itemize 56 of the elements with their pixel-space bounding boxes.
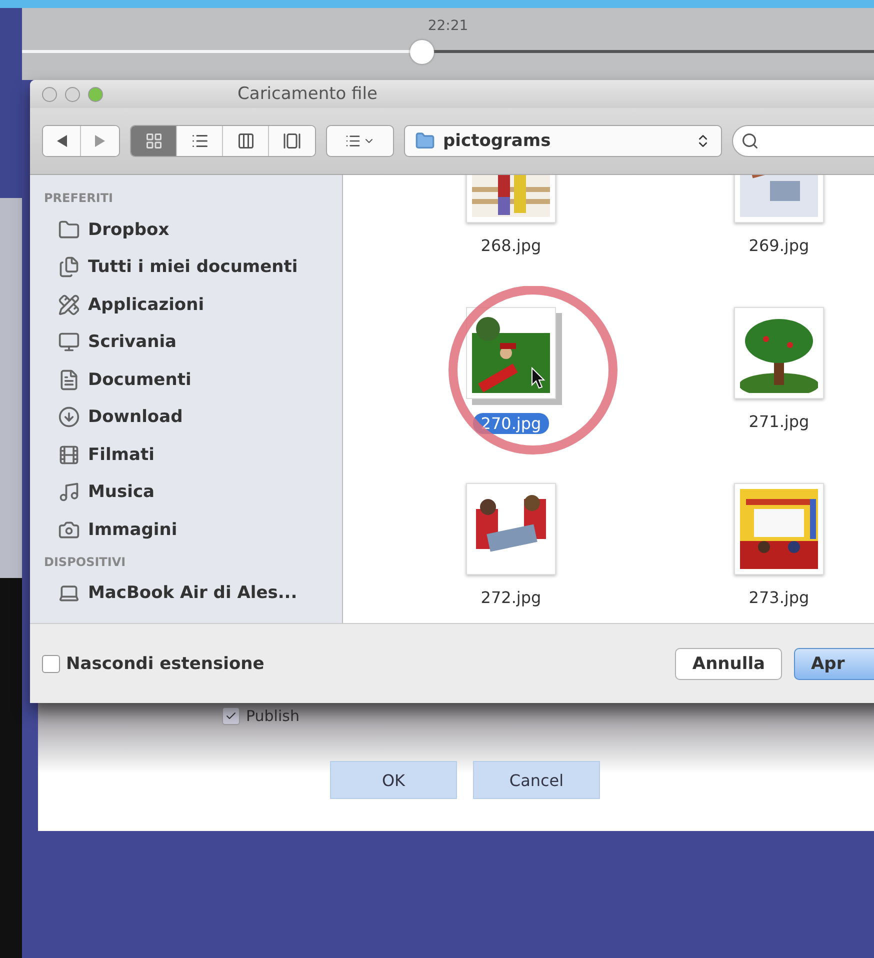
film-icon: [58, 444, 80, 466]
list-icon: [345, 133, 361, 149]
folder-icon: [58, 218, 80, 241]
sidebar-item[interactable]: Immagini: [30, 511, 342, 548]
back-icon: [56, 135, 66, 147]
window-title: Caricamento file: [236, 84, 378, 104]
file-name: 271.jpg: [748, 411, 810, 432]
sidebar-heading: PREFERITI: [43, 191, 114, 207]
forward-icon: [95, 135, 105, 147]
sidebar-item[interactable]: Filmati: [30, 436, 342, 474]
file-thumbnail[interactable]: [734, 307, 824, 399]
search-icon: [741, 132, 759, 150]
arrange-button[interactable]: [326, 125, 394, 157]
gallery-icon: [283, 132, 301, 150]
sidebar-item[interactable]: Tutti i miei documenti: [30, 248, 342, 286]
sidebar-item[interactable]: Dropbox: [30, 211, 342, 248]
playback-time: 22:21: [428, 18, 468, 34]
path-popup[interactable]: pictograms: [404, 125, 722, 157]
sidebar-item[interactable]: Scrivania: [30, 324, 342, 361]
sidebar-item[interactable]: Documenti: [30, 361, 342, 398]
desktop-icon: [58, 331, 80, 354]
sidebar-item[interactable]: Applicazioni: [30, 286, 342, 324]
app-icon: [58, 294, 80, 316]
file-name: 269.jpg: [748, 235, 810, 256]
document-icon: [58, 368, 80, 391]
music-icon: [58, 481, 80, 504]
file-name: 270.jpg: [472, 413, 550, 434]
seek-slider[interactable]: [22, 40, 874, 64]
folder-icon: [415, 131, 435, 151]
file-thumbnail[interactable]: [466, 483, 556, 575]
documents-icon: [58, 256, 80, 278]
list-icon: [190, 132, 208, 150]
icon-view-tab[interactable]: [131, 126, 177, 156]
checkbox[interactable]: [42, 654, 60, 672]
open-button[interactable]: Apr: [794, 648, 874, 680]
file-name: 273.jpg: [748, 587, 810, 608]
checkbox[interactable]: [222, 707, 240, 725]
grid-icon: [144, 132, 162, 150]
cursor-icon: [531, 367, 545, 389]
hide-extension-checkbox[interactable]: Nascondi estensione: [42, 654, 264, 674]
cancel-button[interactable]: Annulla: [675, 648, 782, 680]
download-icon: [58, 406, 80, 428]
seek-thumb[interactable]: [410, 40, 434, 64]
sidebar-item[interactable]: Musica: [30, 474, 342, 511]
file-thumbnail[interactable]: [734, 483, 824, 575]
columns-icon: [236, 132, 254, 150]
check-icon: [225, 710, 237, 722]
publish-checkbox[interactable]: Publish: [222, 707, 874, 725]
back-button[interactable]: [43, 126, 81, 156]
ok-button[interactable]: OK: [330, 761, 457, 799]
cancel-button[interactable]: Cancel: [473, 761, 600, 799]
file-name: 272.jpg: [480, 587, 542, 608]
file-name: 268.jpg: [480, 235, 542, 256]
sidebar-item[interactable]: Download: [30, 398, 342, 436]
sidebar-item[interactable]: MacBook Air di Ales...: [30, 574, 342, 612]
sidebar-heading: DISPOSITIVI: [43, 554, 127, 570]
